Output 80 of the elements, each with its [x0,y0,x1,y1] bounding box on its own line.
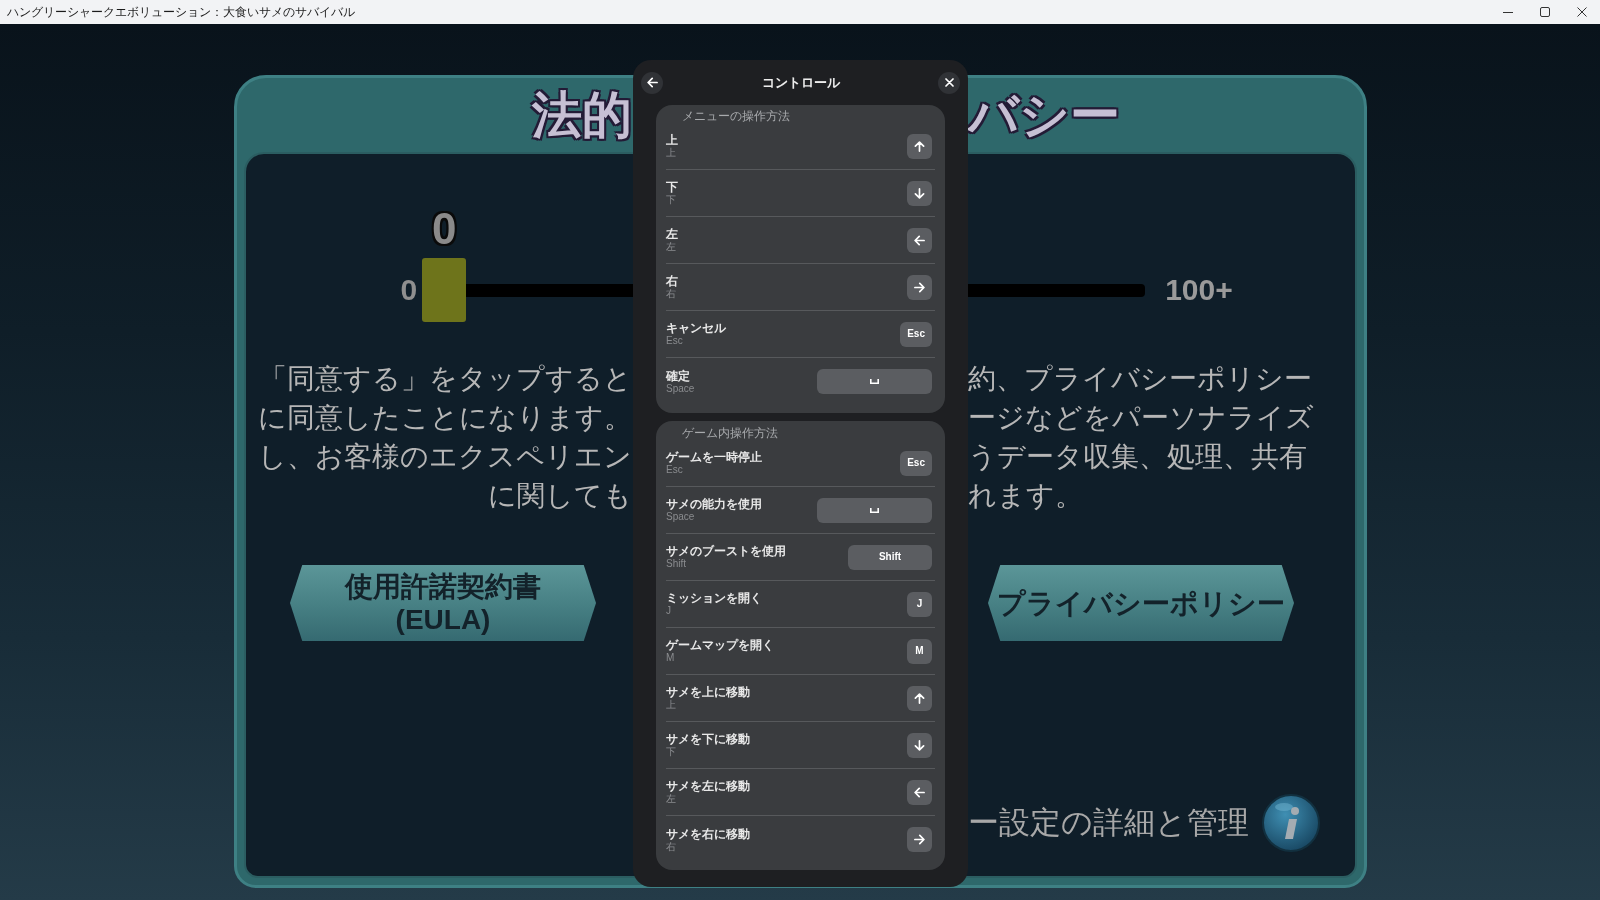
key-button[interactable] [907,227,932,253]
arrow-right-icon [914,281,925,293]
control-label: サメを下に移動 [666,732,750,746]
control-label: ミッションを開く [666,591,762,605]
arrow-up-icon [914,140,925,152]
key-binding-label: M [666,652,676,664]
close-button[interactable] [938,71,960,94]
space-bar-icon [870,507,879,513]
key-button[interactable] [907,133,932,159]
close-icon [944,78,954,87]
control-label: サメを上に移動 [666,685,750,699]
paragraph-text: し、お客様のエクスペリエン [258,440,632,474]
key-binding-label: 左 [666,241,677,253]
arrow-left-icon [914,786,925,798]
control-label: ゲームマップを開く [666,638,774,652]
privacy-policy-button[interactable]: プライバシーポリシー [988,565,1294,641]
key-button[interactable]: Shift [848,544,932,570]
paragraph-text: に同意したことになります。 [258,401,632,435]
key-binding-label: Esc [666,464,684,476]
key-button[interactable] [907,685,932,711]
back-button[interactable] [641,71,663,94]
paragraph-text: 「同意する」をタップすると [259,362,632,396]
close-icon [1576,7,1587,17]
settings-link[interactable]: ー設定の詳細と管理 [968,803,1249,843]
paragraph-text: 約、プライバシーポリシー [968,362,1312,396]
key-binding-label: Esc [666,335,684,347]
key-binding-label: Space [666,382,695,395]
arrow-up-icon [914,692,925,704]
page-title: バシー [968,87,1120,143]
key-button[interactable] [907,274,932,300]
control-label: キャンセル [666,321,726,335]
paragraph-text: に関しても [488,479,632,513]
key-binding-label: 右 [666,288,677,300]
control-label: 右 [666,274,678,288]
key-button[interactable] [907,180,932,206]
slider-min-label: 0 [400,273,418,307]
key-binding-label: J [666,605,672,617]
arrow-down-icon [914,187,925,199]
key-binding-label: 下 [666,746,677,758]
slider-max-label: 100+ [1165,273,1233,307]
info-icon[interactable] [1262,794,1320,852]
dialog-title: コントロール [760,74,841,91]
key-binding-label: 右 [666,840,677,853]
section-title: メニューの操作方法 [682,109,790,123]
key-binding-label: 下 [666,194,677,206]
control-label: 確定 [666,368,691,383]
key-button[interactable]: J [907,591,932,617]
control-label: 下 [666,180,678,194]
key-binding-label: Shift [666,558,687,570]
key-button[interactable] [907,779,932,805]
key-button[interactable] [907,827,932,852]
key-binding-label: 左 [666,793,677,805]
maximize-icon [1539,7,1550,17]
section-title: ゲーム内操作方法 [682,426,778,440]
key-button[interactable] [907,732,932,758]
control-label: 左 [666,227,678,241]
arrow-left-icon [914,234,925,246]
control-label: サメを左に移動 [666,779,750,793]
paragraph-text: ージなどをパーソナライズ [968,401,1314,435]
page-title: 法的 [532,87,632,143]
paragraph-text: れます。 [968,479,1083,513]
space-bar-icon [870,379,879,384]
arrow-right-icon [914,834,925,845]
control-label: 上 [666,133,678,147]
key-button[interactable]: M [907,638,932,664]
slider-value-label: 0 [430,206,458,252]
arrow-left-icon [646,77,658,88]
key-button[interactable]: Esc [900,450,932,476]
control-label: サメを右に移動 [666,826,750,841]
arrow-down-icon [914,739,925,751]
control-label: サメのブーストを使用 [666,544,786,558]
key-button[interactable]: Esc [900,321,932,347]
control-label: サメの能力を使用 [666,497,762,511]
minimize-icon [1502,11,1513,13]
window-title: ハングリーシャークエボリューション：大食いサメのサバイバル [6,4,356,20]
slider-thumb[interactable] [422,258,467,322]
paragraph-text: うデータ収集、処理、共有 [968,440,1307,474]
eula-button[interactable]: 使用許諾契約書 (EULA) [290,565,596,641]
key-binding-label: Space [666,511,696,523]
control-label: ゲームを一時停止 [666,450,762,464]
